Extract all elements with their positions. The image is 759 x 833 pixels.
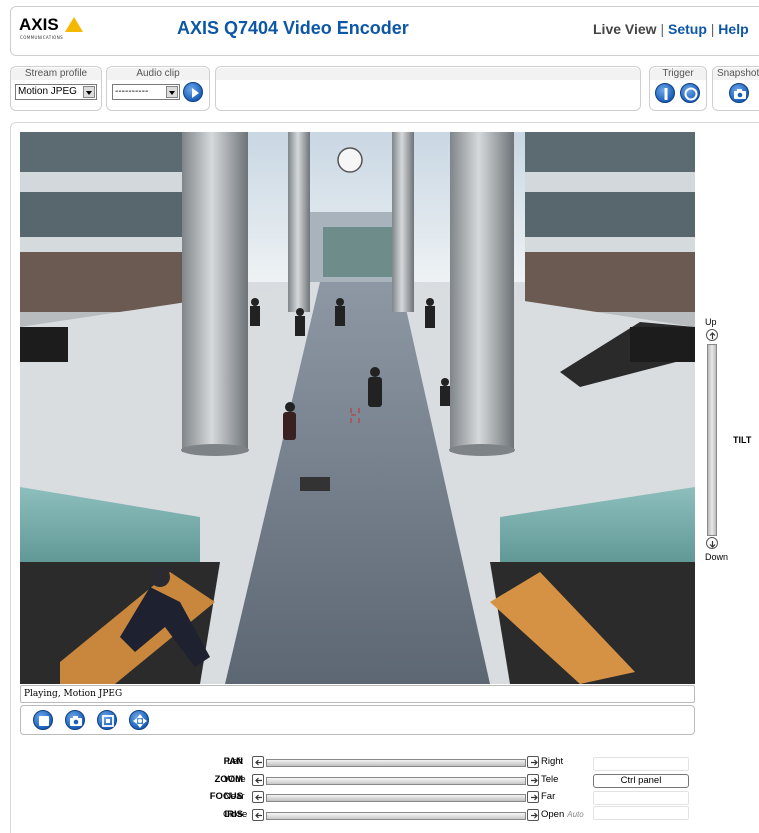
trigger-off-icon: [684, 87, 698, 101]
iris-open-label: Open: [541, 809, 565, 820]
focus-near-button[interactable]: [252, 791, 264, 803]
tilt-label: TILT: [733, 435, 752, 445]
arrow-right-icon: [531, 812, 538, 819]
arrow-right-icon: [531, 759, 538, 766]
stream-profile-value: Motion JPEG: [18, 86, 77, 97]
video-frame-image: [20, 132, 695, 684]
page-title: AXIS Q7404 Video Encoder: [177, 18, 409, 38]
pan-slider[interactable]: [266, 759, 526, 767]
snapshot-group: Snapshot: [712, 66, 759, 111]
snapshot-label: Snapshot: [713, 68, 759, 80]
arrow-down-icon: [709, 541, 716, 548]
focus-slider[interactable]: [266, 794, 526, 802]
stop-button[interactable]: [33, 710, 53, 730]
tilt-down-button[interactable]: [706, 537, 718, 549]
arrow-up-icon: [709, 332, 716, 339]
ctrl-panel-button[interactable]: Ctrl panel: [593, 774, 689, 788]
ptz-toggle-button[interactable]: [129, 710, 149, 730]
nav-setup[interactable]: Setup: [668, 21, 707, 37]
pan-right-label: Right: [541, 756, 564, 767]
focus-control-row: FOCUS Near Far: [160, 790, 600, 806]
iris-control-row: IRIS Close Open Auto: [160, 808, 600, 824]
play-audio-button[interactable]: [183, 82, 203, 102]
tilt-up-label: Up: [705, 317, 717, 327]
audio-clip-select[interactable]: ----------: [112, 84, 180, 100]
fullscreen-icon: [102, 715, 114, 727]
tilt-down-label: Down: [705, 552, 729, 562]
iris-open-group: Open Auto: [541, 809, 584, 820]
arrow-left-icon: [255, 759, 262, 766]
message-bar: [215, 66, 641, 111]
stream-profile-group: Stream profile Motion JPEG: [10, 66, 102, 111]
iris-slider[interactable]: [266, 812, 526, 820]
axis-logo: AXIS COMMUNICATIONS: [19, 15, 89, 45]
zoom-tele-button[interactable]: [527, 774, 539, 786]
snapshot-icon: [734, 89, 746, 99]
trigger-on-button[interactable]: [655, 83, 675, 103]
focus-far-label: Far: [541, 791, 556, 802]
audio-clip-label: Audio clip: [107, 68, 209, 80]
video-stream[interactable]: [20, 132, 695, 684]
video-status-bar: Playing, Motion JPEG: [20, 685, 695, 703]
stream-profile-label: Stream profile: [11, 68, 101, 80]
trigger-off-button[interactable]: [680, 83, 700, 103]
chevron-down-icon: [83, 86, 95, 98]
arrow-right-icon: [531, 777, 538, 784]
arrow-left-icon: [255, 777, 262, 784]
top-navigation: Live View | Setup | Help: [593, 21, 749, 37]
stream-profile-select[interactable]: Motion JPEG: [15, 84, 97, 100]
message-bar-header: [216, 68, 640, 80]
arrow-right-icon: [531, 794, 538, 801]
stop-icon: [39, 716, 49, 726]
audio-clip-value: ----------: [115, 86, 149, 97]
pan-control-row: PAN Left Right: [160, 755, 600, 771]
nav-live-view[interactable]: Live View: [593, 21, 657, 37]
nav-help[interactable]: Help: [718, 21, 748, 37]
nav-separator: |: [660, 21, 665, 37]
zoom-wide-button[interactable]: [252, 774, 264, 786]
snapshot-video-button[interactable]: [65, 710, 85, 730]
arrow-left-icon: [255, 812, 262, 819]
arrow-left-icon: [255, 794, 262, 801]
focus-speed-box: [593, 791, 689, 805]
header-bar: AXIS COMMUNICATIONS AXIS Q7404 Video Enc…: [10, 6, 759, 56]
logo-text: AXIS: [19, 15, 59, 34]
trigger-group: Trigger: [649, 66, 707, 111]
trigger-label: Trigger: [650, 68, 706, 80]
zoom-control-row: ZOOM Wide Tele: [160, 773, 600, 789]
pan-speed-box: [593, 757, 689, 771]
chevron-down-icon: [166, 86, 178, 98]
trigger-on-icon: [664, 88, 668, 100]
ptz-icon: [133, 714, 147, 728]
iris-open-button[interactable]: [527, 809, 539, 821]
tilt-slider[interactable]: [707, 344, 717, 536]
zoom-tele-label: Tele: [541, 774, 559, 785]
iris-close-button[interactable]: [252, 809, 264, 821]
play-icon: [192, 88, 199, 98]
pan-right-button[interactable]: [527, 756, 539, 768]
pan-left-button[interactable]: [252, 756, 264, 768]
audio-clip-group: Audio clip ----------: [106, 66, 210, 111]
snapshot-button[interactable]: [729, 83, 749, 103]
camera-icon: [70, 716, 82, 726]
fullscreen-button[interactable]: [97, 710, 117, 730]
focus-far-button[interactable]: [527, 791, 539, 803]
tilt-up-button[interactable]: [706, 329, 718, 341]
logo-subtitle: COMMUNICATIONS: [20, 35, 64, 40]
video-toolbar: [20, 705, 695, 735]
iris-speed-box: [593, 806, 689, 820]
zoom-slider[interactable]: [266, 777, 526, 785]
logo-triangle-icon: [65, 17, 83, 32]
iris-auto-link[interactable]: Auto: [567, 810, 583, 819]
nav-separator: |: [710, 21, 715, 37]
